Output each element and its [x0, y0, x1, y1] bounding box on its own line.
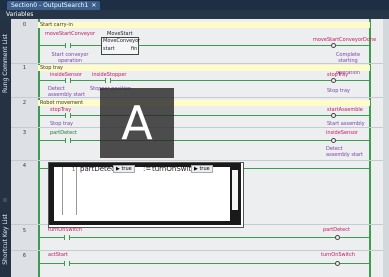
wire	[40, 45, 65, 46]
wire	[340, 263, 369, 264]
st-line-number: 1	[72, 167, 76, 173]
rung-comment[interactable]: Stop tray	[38, 65, 370, 71]
variables-bar[interactable]: Variables	[0, 10, 389, 19]
rung-comment[interactable]: Robot movement	[38, 100, 370, 106]
rung-number: 2	[22, 100, 27, 106]
coil-variable[interactable]: insideSensor	[326, 130, 358, 136]
overlay-letter: A	[121, 96, 153, 150]
rung-number: 1	[22, 65, 27, 71]
wire	[70, 237, 335, 238]
wire	[111, 80, 331, 81]
wire	[71, 45, 101, 46]
coil-variable[interactable]: stopTray	[327, 72, 348, 78]
wire	[40, 80, 65, 81]
wire	[138, 45, 331, 46]
contact-comment: Start conveyor operation	[51, 52, 89, 64]
collapse-arrow-icon[interactable]	[3, 198, 7, 202]
rung-divider	[11, 160, 383, 161]
st-value-a: true	[121, 166, 132, 172]
coil-variable[interactable]: partDetect	[323, 227, 350, 233]
st-line-marker	[62, 167, 66, 215]
st-editor-left-bar	[49, 163, 54, 225]
wire	[40, 237, 64, 238]
rung-number: 4	[22, 163, 27, 169]
close-icon[interactable]: ✕	[91, 2, 96, 9]
contact-comment: Stop tray	[50, 121, 73, 127]
wire	[243, 168, 369, 169]
wire	[340, 237, 369, 238]
rung-number: 5	[22, 228, 27, 234]
rung-number: 0	[22, 22, 27, 28]
variables-label: Variables	[6, 11, 34, 18]
wire	[336, 140, 369, 141]
rung-number: 3	[22, 130, 27, 136]
coil-comment: Stop tray	[327, 88, 350, 94]
st-assign-operator: :=	[143, 165, 152, 173]
play-icon: ▶	[116, 166, 120, 172]
st-line-marker	[76, 167, 80, 215]
tab-section0-outputsearch1[interactable]: Section0 - OutputSearch1 ✕	[7, 1, 101, 10]
st-scroll-thumb[interactable]	[232, 170, 238, 210]
contact-variable[interactable]: partDetect	[50, 130, 77, 136]
contact-variable[interactable]: turnOnSwitch	[48, 227, 82, 233]
contact-variable[interactable]: actStart	[48, 252, 68, 258]
rung-number-gutter	[11, 19, 38, 277]
fb-input-pin: start	[103, 46, 115, 52]
right-power-rail	[369, 19, 371, 277]
coil-comment: Start assembly	[327, 121, 365, 127]
left-power-rail	[38, 19, 40, 277]
coil-variable[interactable]: turnOnSwitch	[321, 252, 355, 258]
vertical-scrollbar[interactable]	[383, 19, 389, 277]
shortcut-key-list-tab[interactable]: Shortcut Key List	[2, 214, 9, 265]
coil-variable[interactable]: moveStartConveyorDone	[313, 37, 376, 43]
st-value-b: true	[199, 166, 210, 172]
wire	[336, 80, 369, 81]
wire	[40, 168, 48, 169]
st-value-tooltip-a: ▶ true	[113, 165, 135, 173]
coil-comment: Detect assembly start	[326, 146, 363, 158]
rung-comment[interactable]: Start carry-in	[38, 22, 370, 28]
wire	[336, 45, 369, 46]
rung-divider	[11, 127, 383, 128]
st-editor-footer	[49, 221, 241, 225]
wire	[40, 140, 65, 141]
rung-divider	[11, 250, 383, 251]
wire	[71, 80, 105, 81]
st-value-tooltip-b: ▶ true	[191, 165, 213, 173]
tab-label: Section0 - OutputSearch1	[11, 2, 89, 9]
contact-variable[interactable]: moveStartConveyor	[45, 31, 95, 37]
rung-number: 6	[22, 253, 27, 259]
contact-comment: Detect assembly start	[48, 86, 85, 98]
fb-type: MoveConveyor	[103, 38, 141, 44]
wire	[336, 115, 369, 116]
annotation-overlay: A	[100, 88, 174, 158]
wire	[40, 115, 65, 116]
fb-output-pin: fin	[131, 46, 138, 52]
play-icon: ▶	[194, 166, 198, 172]
wire	[70, 263, 335, 264]
wire	[40, 263, 64, 264]
rung-comment-list-tab[interactable]: Rung Comment List	[2, 34, 9, 93]
